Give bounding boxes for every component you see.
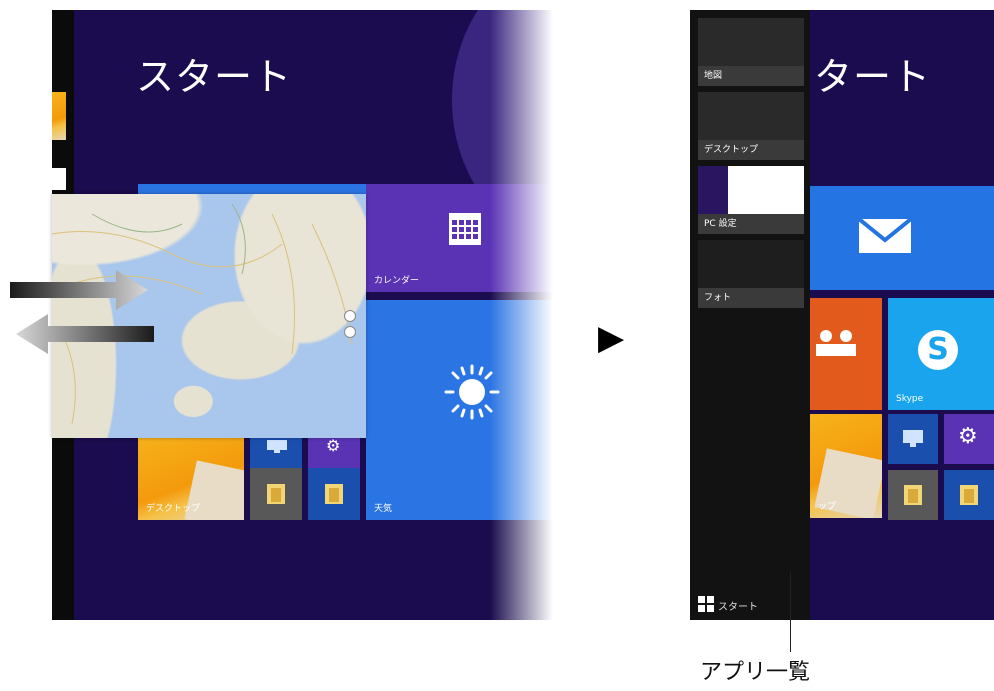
folder-icon	[960, 485, 978, 505]
skype-tile-label: Skype	[896, 394, 924, 404]
computer-icon	[267, 440, 287, 453]
folder-icon	[325, 484, 343, 504]
desktop-tile[interactable]: デスクトップ	[138, 436, 244, 520]
zoom-in-button[interactable]	[344, 310, 356, 322]
start-button[interactable]: スタート	[698, 596, 778, 614]
app-thumb-pc-settings[interactable]: PC 設定	[698, 166, 804, 234]
small-tile-settings[interactable]: ⚙	[944, 414, 994, 464]
small-tile-computer[interactable]	[888, 414, 938, 464]
app-thumb-label: 地図	[698, 66, 804, 86]
windows-logo-icon	[698, 596, 714, 612]
mail-icon	[858, 218, 912, 253]
calendar-icon	[449, 213, 481, 245]
desktop-tile-label: ップ	[818, 502, 837, 512]
app-thumb-label: デスクトップ	[698, 140, 804, 160]
folder-icon	[904, 485, 922, 505]
computer-icon	[903, 430, 923, 447]
mail-tile[interactable]	[810, 186, 994, 290]
people-tile[interactable]	[810, 298, 882, 410]
settings-thumb-sidebar	[698, 166, 728, 214]
gear-icon: ⚙	[958, 424, 978, 449]
start-title-partial: タート	[814, 55, 932, 99]
edge-white-partial	[52, 168, 66, 190]
app-thumb-label: PC 設定	[698, 214, 804, 234]
skype-tile[interactable]: S Skype	[888, 298, 994, 410]
transition-arrow: ▶	[598, 318, 625, 358]
start-button-label: スタート	[718, 602, 758, 613]
desktop-tile-partial[interactable]: ップ	[810, 414, 882, 518]
app-list-panel[interactable]: 地図 デスクトップ PC 設定 フォト スタート	[690, 10, 810, 620]
weather-tile-label: 天気	[374, 504, 393, 514]
callout-pointer-line	[790, 572, 791, 652]
calendar-tile[interactable]: カレンダー	[366, 184, 560, 292]
people-icon	[816, 330, 856, 356]
callout-label: アプリ一覧	[700, 660, 811, 685]
sun-icon	[444, 364, 500, 420]
gear-icon: ⚙	[326, 436, 341, 455]
app-thumb-maps[interactable]: 地図	[698, 18, 804, 86]
small-tile-folder-1[interactable]	[250, 468, 302, 520]
app-thumb-photos[interactable]: フォト	[698, 240, 804, 308]
small-tile-folder-2[interactable]	[944, 470, 994, 520]
start-title: スタート	[136, 55, 293, 99]
right-start-screen: タート S Skype ップ ⚙ 地図 デスクトップ PC 設定 フォト スター…	[690, 10, 994, 620]
folder-icon	[267, 484, 285, 504]
calendar-tile-label: カレンダー	[374, 276, 420, 286]
desktop-tile-label: デスクトップ	[146, 504, 201, 514]
skype-icon: S	[918, 330, 958, 370]
small-tile-folder-2[interactable]	[308, 468, 360, 520]
app-thumb-desktop[interactable]: デスクトップ	[698, 92, 804, 160]
edge-tile-partial[interactable]	[52, 92, 66, 140]
app-thumb-label: フォト	[698, 288, 804, 308]
swipe-gesture-arrows	[10, 270, 154, 354]
weather-tile[interactable]: 天気	[366, 300, 560, 520]
small-tile-folder-1[interactable]	[888, 470, 938, 520]
zoom-out-button[interactable]	[344, 326, 356, 338]
